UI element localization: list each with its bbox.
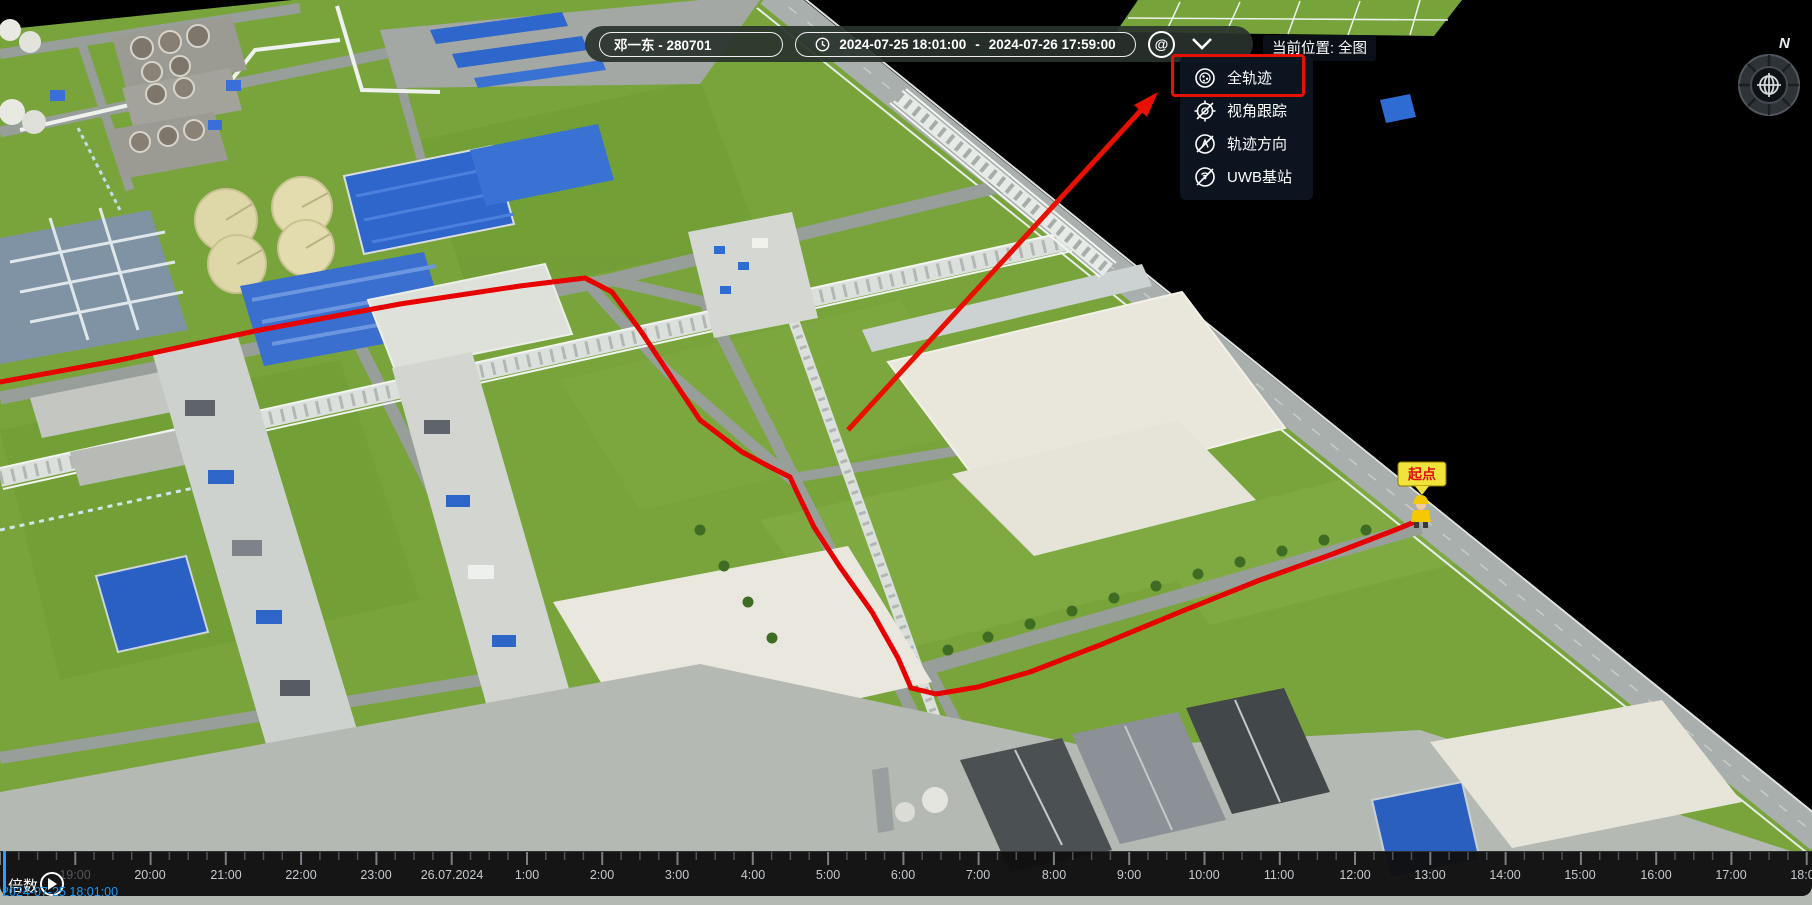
track-direction-icon xyxy=(1193,132,1217,156)
range-separator: - xyxy=(975,37,980,52)
timeline-ticks xyxy=(0,852,1812,868)
timeline-hour-label: 9:00 xyxy=(1117,868,1141,882)
chevron-down-icon xyxy=(1190,37,1214,51)
timeline-hour-label: 7:00 xyxy=(966,868,990,882)
timeline-bar[interactable]: 19:00 20:00 21:00 22:00 23:00 26.07.2024 1:00 2… xyxy=(0,851,1812,896)
timeline-hour-label: 13:00 xyxy=(1414,868,1445,882)
timeline-hour-label: 17:00 xyxy=(1715,868,1746,882)
view-follow-icon xyxy=(1193,99,1217,123)
timeline-hour-label: 2:00 xyxy=(590,868,614,882)
menu-item-track-direction[interactable]: 轨迹方向 xyxy=(1180,127,1313,160)
person-selector[interactable]: 邓一东 - 280701 xyxy=(599,32,783,57)
timeline-hour-label: 19:00 xyxy=(59,868,90,882)
uwb-station-icon xyxy=(1193,165,1217,189)
menu-item-uwb-station[interactable]: UWB基站 xyxy=(1180,160,1313,193)
person-selector-value: 邓一东 - 280701 xyxy=(614,34,712,54)
timeline-hour-label: 8:00 xyxy=(1042,868,1066,882)
timeline-hour-label: 12:00 xyxy=(1339,868,1370,882)
timeline-hour-label: 22:00 xyxy=(285,868,316,882)
map-3d-scene[interactable]: 起点 xyxy=(0,0,1812,905)
time-range-picker[interactable]: 2024-07-25 18:01:00 - 2024-07-26 17:59:0… xyxy=(795,32,1136,57)
timeline-hour-label: 21:00 xyxy=(210,868,241,882)
compass[interactable]: N xyxy=(1730,32,1810,120)
timeline-hour-label: 6:00 xyxy=(891,868,915,882)
menu-item-label: 视角跟踪 xyxy=(1227,100,1287,121)
menu-item-full-track[interactable]: 全轨迹 xyxy=(1180,61,1313,94)
range-end: 2024-07-26 17:59:00 xyxy=(989,37,1116,52)
timeline-hour-label: 14:00 xyxy=(1489,868,1520,882)
timeline-hour-label: 4:00 xyxy=(741,868,765,882)
timeline-hour-label: 15:00 xyxy=(1564,868,1595,882)
locate-icon: @ xyxy=(1155,36,1169,52)
timeline-hour-label: 16:00 xyxy=(1640,868,1671,882)
timeline-hour-label: 5:00 xyxy=(816,868,840,882)
timeline-hour-label: 11:00 xyxy=(1264,868,1294,882)
compass-north-label: N xyxy=(1779,35,1791,52)
range-start: 2024-07-25 18:01:00 xyxy=(839,37,966,52)
menu-item-view-follow[interactable]: 视角跟踪 xyxy=(1180,94,1313,127)
app-window: 起点 邓一东 - 280701 2024-07-25 18:01:00 - 20… xyxy=(0,0,1812,905)
start-point-label: 起点 xyxy=(1407,466,1436,482)
timeline-hour-label: 18:00 xyxy=(1790,868,1812,882)
timeline-hour-label: 3:00 xyxy=(665,868,689,882)
collapse-chevron-button[interactable] xyxy=(1187,31,1217,58)
menu-item-label: 轨迹方向 xyxy=(1227,133,1287,154)
current-time-label: 2024-07-25 18:01:00 xyxy=(2,885,118,899)
track-options-menu: 全轨迹 视角跟踪 轨迹方向 xyxy=(1180,56,1313,200)
timeline-hour-label: 10:00 xyxy=(1188,868,1219,882)
full-track-icon xyxy=(1193,66,1217,90)
menu-item-label: UWB基站 xyxy=(1227,166,1292,187)
top-toolbar: 邓一东 - 280701 2024-07-25 18:01:00 - 2024-… xyxy=(585,26,1253,62)
clock-icon xyxy=(815,37,830,52)
current-location-label: 当前位置: 全图 xyxy=(1272,41,1367,57)
menu-item-label: 全轨迹 xyxy=(1227,67,1272,88)
locate-button[interactable]: @ xyxy=(1148,31,1175,58)
timeline-hour-label: 23:00 xyxy=(360,868,391,882)
timeline-hour-label: 26.07.2024 xyxy=(421,868,484,882)
timeline-hour-label: 20:00 xyxy=(134,868,165,882)
timeline-hour-label: 1:00 xyxy=(515,868,539,882)
